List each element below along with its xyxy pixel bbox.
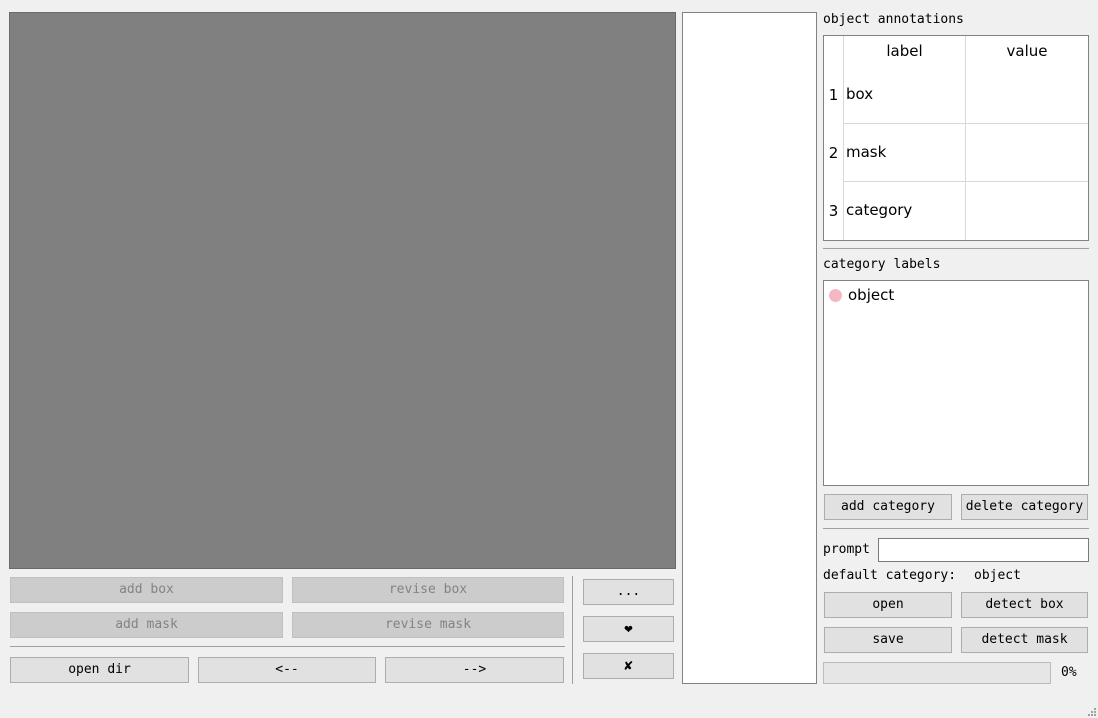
column-header-label: label — [886, 42, 923, 60]
file-list-panel[interactable] — [682, 12, 817, 684]
revise-box-button[interactable]: revise box — [292, 577, 564, 603]
row-index: 3 — [828, 202, 839, 220]
detect-box-button[interactable]: detect box — [961, 592, 1088, 618]
favorite-heart-icon[interactable]: ❤ — [583, 616, 674, 642]
revise-mask-button[interactable]: revise mask — [292, 612, 564, 638]
next-image-button[interactable]: --> — [385, 657, 564, 683]
add-category-button[interactable]: add category — [824, 494, 952, 520]
image-canvas[interactable] — [9, 12, 676, 569]
column-header-value: value — [1006, 42, 1048, 60]
progress-text: 0% — [1061, 665, 1077, 680]
annotations-title: object annotations — [823, 12, 964, 27]
resize-grip-icon[interactable] — [1086, 706, 1096, 716]
edit-nav-divider — [10, 646, 565, 647]
prev-image-button[interactable]: <-- — [198, 657, 376, 683]
table-cell-label[interactable]: category — [846, 201, 912, 219]
detect-mask-button[interactable]: detect mask — [961, 627, 1088, 653]
row-index: 1 — [828, 86, 839, 104]
prompt-input[interactable] — [878, 538, 1089, 562]
section-divider — [823, 528, 1089, 529]
add-box-button[interactable]: add box — [10, 577, 283, 603]
progress-bar — [823, 662, 1051, 684]
table-cell-label[interactable]: mask — [846, 143, 886, 161]
add-mask-button[interactable]: add mask — [10, 612, 283, 638]
default-category-value: object — [974, 568, 1021, 583]
category-color-dot-icon — [829, 289, 842, 302]
section-divider — [823, 248, 1089, 249]
open-dir-button[interactable]: open dir — [10, 657, 189, 683]
delete-cross-icon[interactable]: ✘ — [583, 653, 674, 679]
open-button[interactable]: open — [824, 592, 952, 618]
category-list[interactable]: object — [823, 280, 1089, 486]
prompt-label: prompt — [823, 542, 870, 557]
default-category-label: default category: — [823, 568, 957, 583]
save-button[interactable]: save — [824, 627, 952, 653]
table-cell-label[interactable]: box — [846, 85, 873, 103]
annotations-table[interactable]: label value 1 box 2 mask 3 category — [823, 35, 1089, 241]
vertical-divider — [572, 576, 573, 684]
delete-category-button[interactable]: delete category — [961, 494, 1088, 520]
row-index: 2 — [828, 144, 839, 162]
categories-title: category labels — [823, 257, 941, 272]
category-item-object[interactable]: object — [848, 286, 894, 304]
more-button[interactable]: ... — [583, 579, 674, 605]
